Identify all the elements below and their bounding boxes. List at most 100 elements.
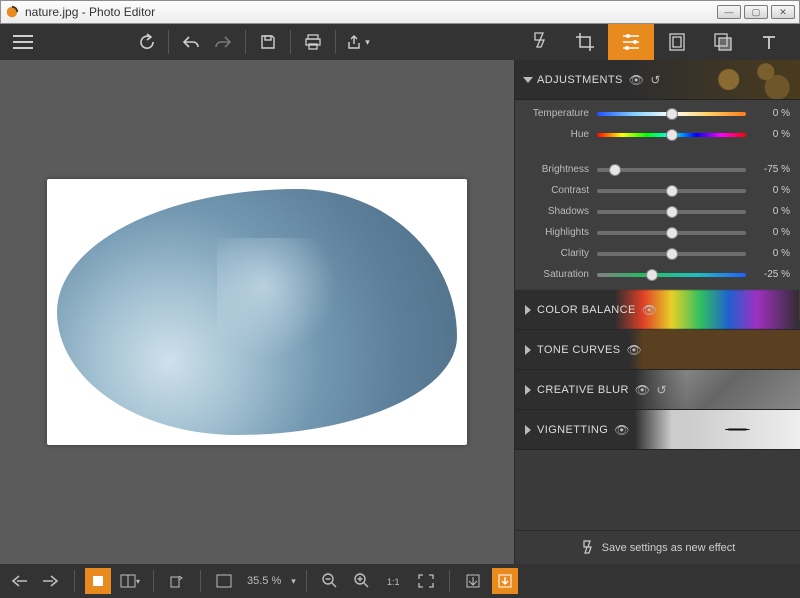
divider	[290, 30, 291, 54]
tool-tab-crop[interactable]	[562, 24, 608, 60]
thumb-view-button[interactable]	[85, 568, 111, 594]
prev-image-button[interactable]	[6, 568, 32, 594]
fit-button[interactable]	[211, 568, 237, 594]
tool-tab-adjust[interactable]	[608, 24, 654, 60]
eye-icon[interactable]: 👁	[626, 343, 642, 357]
side-panel: ADJUSTMENTS 👁 ↺ Temperature 0 % Hue 0 % …	[514, 60, 800, 564]
reset-icon[interactable]: ↺	[656, 383, 666, 397]
slider-label: Clarity	[525, 248, 589, 259]
tool-tab-overlay[interactable]	[700, 24, 746, 60]
slider-brightness: Brightness -75 %	[525, 164, 790, 175]
redo-button[interactable]	[207, 28, 239, 56]
slider-track-brightness[interactable]	[597, 168, 746, 172]
slider-label: Saturation	[525, 269, 589, 280]
content-area: ADJUSTMENTS 👁 ↺ Temperature 0 % Hue 0 % …	[0, 60, 800, 564]
slider-label: Hue	[525, 129, 589, 140]
chevron-right-icon	[525, 305, 531, 315]
slider-track-temperature[interactable]	[597, 112, 746, 116]
tool-tab-frames[interactable]	[654, 24, 700, 60]
slider-thumb[interactable]	[609, 164, 621, 176]
slider-thumb[interactable]	[666, 108, 678, 120]
eye-icon[interactable]: 👁	[635, 383, 651, 397]
slider-shadows: Shadows 0 %	[525, 206, 790, 217]
slider-label: Shadows	[525, 206, 589, 217]
zoom-in-button[interactable]	[349, 568, 375, 594]
window-title: nature.jpg - Photo Editor	[25, 5, 155, 19]
divider	[335, 30, 336, 54]
fullscreen-button[interactable]	[413, 568, 439, 594]
eye-icon[interactable]: 👁	[642, 303, 658, 317]
save-as-effect-label: Save settings as new effect	[602, 542, 736, 554]
section-vignetting[interactable]: VIGNETTING👁	[515, 410, 800, 450]
image-canvas[interactable]	[47, 179, 467, 445]
slider-contrast: Contrast 0 %	[525, 185, 790, 196]
slider-label: Contrast	[525, 185, 589, 196]
save-button[interactable]	[252, 28, 284, 56]
maximize-button[interactable]: ▢	[744, 5, 768, 19]
undo-button[interactable]	[175, 28, 207, 56]
divider	[245, 30, 246, 54]
app-icon	[5, 5, 19, 19]
rotate-button[interactable]	[164, 568, 190, 594]
zoom-value: 35.5 %	[243, 575, 285, 587]
chevron-right-icon	[525, 345, 531, 355]
slider-value: -25 %	[754, 269, 790, 280]
slider-thumb[interactable]	[666, 185, 678, 197]
slider-track-hue[interactable]	[597, 133, 746, 137]
minimize-button[interactable]: —	[717, 5, 741, 19]
slider-value: 0 %	[754, 248, 790, 259]
slider-value: 0 %	[754, 206, 790, 217]
section-label: TONE CURVES	[537, 344, 620, 356]
section-creative-blur[interactable]: CREATIVE BLUR 👁 ↺	[515, 370, 800, 410]
slider-temperature: Temperature 0 %	[525, 108, 790, 119]
eye-icon[interactable]: 👁	[614, 423, 630, 437]
section-label: COLOR BALANCE	[537, 304, 636, 316]
canvas-wrap	[0, 60, 514, 564]
zoom-out-button[interactable]	[317, 568, 343, 594]
slider-thumb[interactable]	[666, 227, 678, 239]
section-color-balance[interactable]: COLOR BALANCE 👁	[515, 290, 800, 330]
zoom-dropdown-icon[interactable]: ▾	[291, 576, 296, 587]
section-label: ADJUSTMENTS	[537, 74, 623, 86]
next-image-button[interactable]	[38, 568, 64, 594]
section-tone-curves[interactable]: TONE CURVES 👁	[515, 330, 800, 370]
slider-value: 0 %	[754, 108, 790, 119]
undo-all-button[interactable]	[130, 28, 162, 56]
print-button[interactable]	[297, 28, 329, 56]
adjustments-controls: Temperature 0 % Hue 0 % Brightness -75 %…	[515, 100, 800, 290]
slider-track-shadows[interactable]	[597, 210, 746, 214]
slider-track-clarity[interactable]	[597, 252, 746, 256]
chevron-right-icon	[525, 425, 531, 435]
slider-hue: Hue 0 %	[525, 129, 790, 140]
slider-track-contrast[interactable]	[597, 189, 746, 193]
slider-value: 0 %	[754, 185, 790, 196]
eye-icon[interactable]: 👁	[629, 73, 645, 87]
export-button[interactable]	[492, 568, 518, 594]
compare-button[interactable]: ▾	[117, 568, 143, 594]
chevron-right-icon	[525, 385, 531, 395]
section-adjustments[interactable]: ADJUSTMENTS 👁 ↺	[515, 60, 800, 100]
apply-button[interactable]	[460, 568, 486, 594]
close-button[interactable]: ✕	[771, 5, 795, 19]
reset-icon[interactable]: ↺	[650, 73, 660, 87]
slider-track-highlights[interactable]	[597, 231, 746, 235]
save-as-effect-button[interactable]: Save settings as new effect	[515, 530, 800, 564]
slider-thumb[interactable]	[666, 206, 678, 218]
actual-size-button[interactable]: 1:1	[381, 568, 407, 594]
slider-thumb[interactable]	[646, 269, 658, 281]
slider-value: 0 %	[754, 227, 790, 238]
slider-saturation: Saturation -25 %	[525, 269, 790, 280]
tool-tabs	[516, 24, 792, 60]
slider-thumb[interactable]	[666, 129, 678, 141]
share-button[interactable]: ▾	[342, 28, 374, 56]
slider-value: -75 %	[754, 164, 790, 175]
divider	[168, 30, 169, 54]
slider-track-saturation[interactable]	[597, 273, 746, 277]
menu-button[interactable]	[6, 28, 40, 56]
slider-thumb[interactable]	[666, 248, 678, 260]
slider-label: Brightness	[525, 164, 589, 175]
tool-tab-text[interactable]	[746, 24, 792, 60]
slider-highlights: Highlights 0 %	[525, 227, 790, 238]
tool-tab-effects[interactable]	[516, 24, 562, 60]
section-label: CREATIVE BLUR	[537, 384, 629, 396]
